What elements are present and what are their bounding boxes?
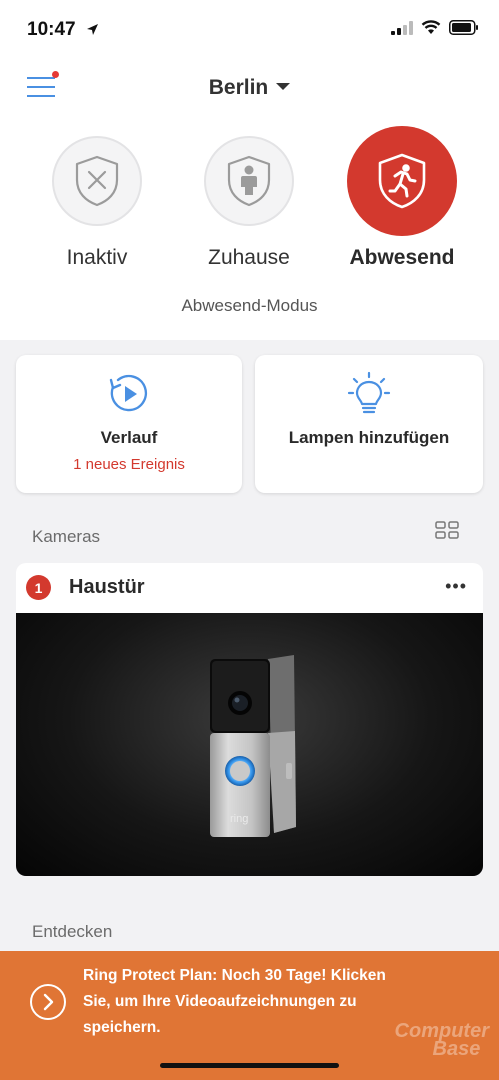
add-lamps-title: Lampen hinzufügen (288, 428, 450, 447)
mode-disarmed[interactable]: Inaktiv (42, 136, 152, 270)
camera-preview[interactable]: ring (16, 613, 483, 876)
mode-home[interactable]: Zuhause (194, 136, 304, 270)
mode-home-circle (204, 136, 294, 226)
top-panel: 10:47 Berlin Inaktiv Zuhause Abwesend Ab… (0, 0, 499, 340)
grid-view-icon[interactable] (435, 521, 459, 539)
location-arrow-icon (87, 24, 98, 35)
lightbulb-icon (347, 371, 391, 414)
watermark-line-2: Base (432, 1038, 481, 1060)
discover-section-label: Entdecken (32, 922, 113, 941)
battery-icon (449, 20, 478, 35)
protect-plan-banner[interactable]: Ring Protect Plan: Noch 30 Tage! Klicken… (0, 951, 499, 1080)
shield-person-icon (227, 155, 271, 207)
signal-icon (391, 20, 413, 35)
history-card[interactable]: Verlauf 1 neues Ereignis (16, 355, 242, 493)
device-brand-label: ring (230, 813, 249, 825)
doorbell-image (210, 655, 296, 837)
mode-away-circle (347, 126, 457, 236)
status-icons (391, 20, 479, 35)
mode-disarmed-circle (52, 136, 142, 226)
location-label: Berlin (208, 76, 269, 99)
mode-disarmed-label: Inaktiv (66, 246, 128, 269)
wifi-icon (421, 20, 441, 34)
event-count-badge: 1 (26, 575, 51, 600)
arrow-circle-icon (30, 984, 66, 1020)
status-time: 10:47 (27, 19, 76, 40)
shield-running-person-icon (378, 153, 426, 209)
shield-x-icon (75, 155, 119, 207)
mode-away-label: Abwesend (349, 246, 455, 269)
watermark: Computer Base (395, 1021, 489, 1060)
camera-card-header[interactable]: 1 Haustür ••• (16, 563, 483, 613)
mode-subtitle: Abwesend-Modus (181, 296, 318, 315)
location-selector[interactable]: Berlin (0, 76, 499, 100)
history-title: Verlauf (100, 428, 158, 447)
camera-name: Haustür (69, 576, 145, 598)
add-lamps-card[interactable]: Lampen hinzufügen (255, 355, 483, 493)
history-play-icon (109, 374, 148, 412)
more-options-icon[interactable]: ••• (445, 576, 467, 597)
history-new-events: 1 neues Ereignis (73, 456, 185, 473)
banner-text: Ring Protect Plan: Noch 30 Tage! Klicken… (83, 967, 386, 1036)
cameras-section-label: Kameras (32, 527, 101, 546)
home-indicator[interactable] (160, 1063, 339, 1068)
caret-down-icon (276, 82, 291, 90)
mode-home-label: Zuhause (208, 246, 290, 269)
mode-away[interactable]: Abwesend (340, 126, 464, 270)
